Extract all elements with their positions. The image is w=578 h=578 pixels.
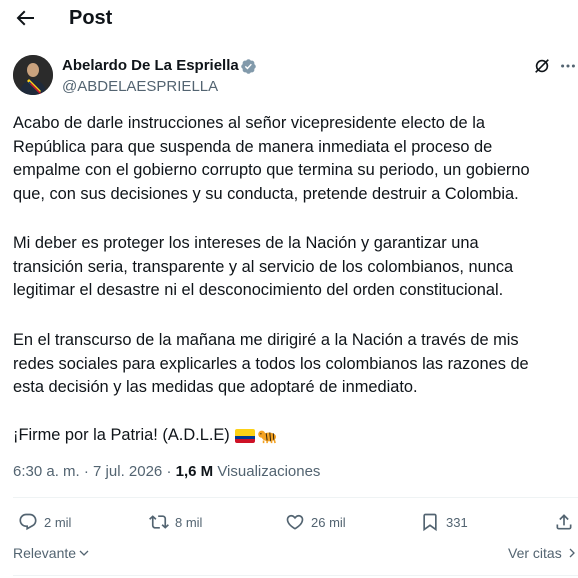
share-button[interactable]	[554, 511, 578, 533]
meta-separator: ·	[162, 463, 176, 480]
avatar[interactable]	[13, 55, 53, 95]
post-line: esta decisión y las medidas que adoptaré…	[13, 378, 418, 396]
quotes-label: Ver citas	[508, 545, 562, 561]
view-quotes-link[interactable]: Ver citas	[508, 545, 578, 561]
bookmark-icon	[423, 513, 437, 532]
post-line: redes sociales para explicarles a todos …	[13, 354, 529, 373]
post-time[interactable]: 6:30 a. m.	[13, 463, 80, 480]
heart-icon	[286, 514, 304, 530]
divider	[13, 497, 578, 498]
chevron-right-icon	[569, 548, 575, 558]
views-label: Visualizaciones	[217, 463, 321, 480]
arrow-left-icon[interactable]	[13, 6, 37, 30]
post-line: República para que suspenda de manera in…	[13, 137, 493, 156]
meta-separator: ·	[79, 463, 94, 480]
post-line: ¡Firme por la Patria! (A.D.L.E)	[13, 426, 230, 444]
post-line: En el transcurso de la mañana me dirigir…	[13, 331, 519, 349]
page-title: Post	[69, 7, 113, 29]
chevron-down-icon	[79, 550, 89, 556]
post-line: empalme con el gobierno corrupto que ter…	[13, 161, 530, 179]
repost-icon	[149, 515, 169, 529]
repost-button[interactable]: 8 mil	[149, 511, 202, 533]
sort-label: Relevante	[13, 545, 77, 561]
more-options-icon[interactable]	[559, 57, 577, 75]
reply-count: 2 mil	[44, 514, 72, 530]
colombia-flag-icon	[234, 428, 255, 443]
author-name[interactable]: Abelardo De La Espriella	[62, 57, 239, 75]
post-line: Acabo de darle instrucciones al señor vi…	[13, 114, 485, 132]
verified-badge-icon	[241, 59, 256, 74]
divider	[13, 575, 578, 576]
post-paragraph-1: Acabo de darle instrucciones al señor vi…	[13, 112, 573, 206]
post-paragraph-2: Mi deber es proteger los intereses de la…	[13, 232, 573, 303]
share-icon	[556, 514, 572, 530]
post-line: Mi deber es proteger los intereses de la…	[13, 234, 479, 252]
repost-count: 8 mil	[175, 514, 203, 530]
author-handle[interactable]: @ABDELAESPRIELLA	[62, 78, 218, 96]
post-paragraph-3: En el transcurso de la mañana me dirigir…	[13, 329, 573, 400]
post-date[interactable]: 7 jul. 2026	[93, 463, 162, 480]
top-bar: Post	[0, 0, 578, 38]
post-meta: 6:30 a. m. · 7 jul. 2026 · 1,6 M Visuali…	[13, 462, 320, 482]
views-count: 1,6 M	[175, 463, 214, 480]
tiger-icon	[258, 430, 276, 444]
bookmark-button[interactable]: 331	[420, 511, 468, 533]
sort-replies-dropdown[interactable]: Relevante	[13, 545, 90, 561]
like-button[interactable]: 26 mil	[285, 511, 346, 533]
like-count: 26 mil	[311, 514, 346, 530]
post-line: transición seria, transparente y al serv…	[13, 257, 514, 276]
post-line: que, con sus decisiones y su conducta, p…	[13, 184, 519, 203]
avatar-image	[13, 55, 53, 95]
post-paragraph-4: ¡Firme por la Patria! (A.D.L.E)	[13, 424, 573, 448]
post-line: legitimar el desastre ni el desconocimie…	[13, 281, 504, 299]
reply-button[interactable]: 2 mil	[18, 511, 71, 533]
bookmark-count: 331	[446, 514, 468, 530]
reply-icon	[19, 513, 37, 531]
grok-icon[interactable]	[533, 57, 551, 75]
